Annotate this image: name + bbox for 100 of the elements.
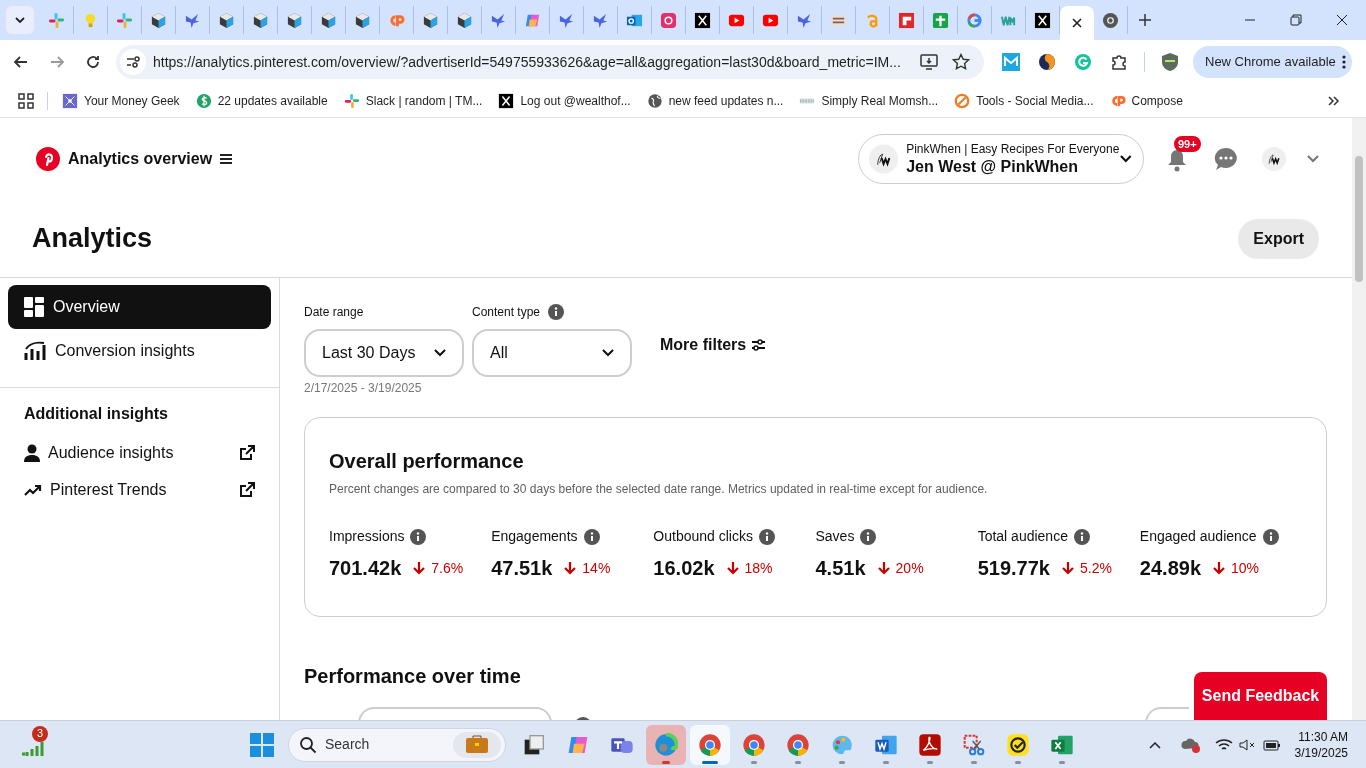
bookmark-link[interactable]: Tools - Social Media... xyxy=(954,91,1094,110)
search-icon xyxy=(299,735,317,754)
account-switcher[interactable]: PinkWhen | Easy Recipes For Everyone Jen West @ PinkWhen xyxy=(858,134,1144,184)
sidebar-item[interactable]: Conversion insights xyxy=(8,329,271,373)
cube-icon xyxy=(218,11,235,29)
sidebar-item[interactable]: Overview xyxy=(8,285,271,329)
dashboard-icon xyxy=(24,297,44,317)
x-logo-icon xyxy=(498,92,515,109)
camera-icon xyxy=(660,11,677,29)
check-badge-icon xyxy=(1006,732,1030,757)
info-icon[interactable] xyxy=(1262,528,1279,545)
bookmark-link[interactable]: Compose xyxy=(1109,91,1183,110)
search-bar[interactable]: Search xyxy=(288,727,506,762)
avatar-icon xyxy=(869,144,899,174)
chrome-icon xyxy=(742,732,766,757)
pinwheel-icon xyxy=(343,92,360,109)
windows-start-icon[interactable] xyxy=(250,732,274,757)
more-filters-button[interactable]: More filters xyxy=(660,333,766,357)
date-range-select[interactable]: Last 30 Days xyxy=(304,329,464,377)
card-note: Percent changes are compared to 30 days before the selected date range. Metrics updated in real-time except for audience. xyxy=(329,481,989,498)
bell-icon[interactable] xyxy=(1166,148,1188,172)
bookmark-link[interactable]: Slack | random | TM... xyxy=(343,91,483,110)
chat-icon[interactable] xyxy=(1214,147,1238,171)
bookmark-star-icon[interactable] xyxy=(952,53,970,71)
external-link-icon xyxy=(240,445,255,460)
address-bar[interactable]: https://analytics.pinterest.com/overview/?advertiserId=549755933626&age=all&aggregation=last30d&board_metric=IM... xyxy=(116,45,984,79)
arrow-down-icon xyxy=(1213,561,1225,575)
close-icon[interactable] xyxy=(1336,14,1348,26)
info-icon[interactable] xyxy=(548,304,565,320)
chevron-up-icon[interactable] xyxy=(1148,740,1161,749)
cube-icon xyxy=(354,11,371,29)
m-extension-icon[interactable] xyxy=(1002,53,1020,71)
export-button[interactable]: Export xyxy=(1238,218,1319,259)
menu-icon[interactable] xyxy=(220,153,233,165)
external-link-icon xyxy=(240,482,255,497)
sliders-icon xyxy=(752,339,766,351)
bird-icon xyxy=(490,11,507,29)
section-title: Performance over time xyxy=(304,664,522,689)
info-icon[interactable] xyxy=(860,528,877,545)
cross-icon xyxy=(932,11,949,29)
wifi-icon[interactable] xyxy=(1214,737,1233,752)
more-bookmarks-icon[interactable] xyxy=(1328,94,1340,107)
metric-name: Engaged audience xyxy=(1139,527,1257,546)
chevron-down-icon xyxy=(602,349,614,357)
chevron-down-icon[interactable] xyxy=(1306,154,1320,164)
scrollbar[interactable] xyxy=(1352,118,1366,720)
site-settings-icon[interactable] xyxy=(120,49,146,75)
bookmark-link[interactable]: Your Money Geek xyxy=(62,91,180,110)
install-app-icon[interactable] xyxy=(920,53,938,71)
send-feedback-button[interactable]: Send Feedback xyxy=(1194,672,1327,720)
bar-chart-icon xyxy=(24,341,46,361)
bookmark-link[interactable]: Simply Real Momsh... xyxy=(799,91,939,110)
reload-icon[interactable] xyxy=(84,53,102,71)
x-logo-icon xyxy=(1034,11,1051,29)
battery-icon[interactable] xyxy=(1262,737,1281,752)
bookmark-link[interactable]: Log out @wealthof... xyxy=(498,91,631,110)
bookmark-link[interactable]: 22 updates available xyxy=(195,91,328,110)
puzzle-icon[interactable] xyxy=(1110,53,1128,71)
cube-icon xyxy=(252,11,269,29)
percent-change: 7.6% xyxy=(431,558,464,578)
globe-icon xyxy=(646,92,663,109)
info-icon[interactable] xyxy=(410,528,427,545)
cube-icon xyxy=(286,11,303,29)
metric-value: 519.77k xyxy=(977,556,1050,581)
clock-time[interactable]: 11:30 AM xyxy=(1298,728,1348,745)
bookmark-link[interactable]: new feed updates n... xyxy=(646,91,784,110)
clock-date[interactable]: 3/19/2025 xyxy=(1294,744,1348,761)
s-extension-icon[interactable] xyxy=(1038,53,1056,71)
bird-icon xyxy=(796,11,813,29)
chevron-down-icon xyxy=(14,14,26,26)
search-input[interactable]: Search xyxy=(325,734,425,755)
business-name: PinkWhen | Easy Recipes For Everyone xyxy=(906,141,1120,157)
notification-badge: 3 xyxy=(32,725,48,742)
close-tab-icon[interactable] xyxy=(1072,18,1082,28)
restore-icon[interactable] xyxy=(1290,14,1302,26)
info-icon[interactable] xyxy=(1073,528,1090,545)
chrome-icon xyxy=(698,732,722,757)
update-button[interactable]: New Chrome available xyxy=(1193,46,1352,78)
trend-up-icon xyxy=(24,482,42,497)
info-icon[interactable] xyxy=(583,528,600,545)
percent-change: 18% xyxy=(744,558,773,578)
dollar-icon xyxy=(195,92,212,109)
metric-name: Impressions xyxy=(329,527,405,546)
metric-value: 701.42k xyxy=(329,556,402,581)
sidebar-link[interactable]: Pinterest Trends xyxy=(8,471,271,508)
new-tab-icon[interactable] xyxy=(1138,13,1152,27)
arrow-down-icon xyxy=(877,561,890,575)
muted-speaker-icon[interactable] xyxy=(1238,737,1257,752)
tab-search-button[interactable] xyxy=(6,6,34,34)
content-type-select[interactable]: All xyxy=(472,329,632,377)
pinwheel-icon xyxy=(116,11,133,29)
profile-avatar-icon[interactable] xyxy=(1262,147,1286,171)
sidebar-link[interactable]: Audience insights xyxy=(8,434,271,471)
metric-value: 4.51k xyxy=(815,556,866,581)
info-icon[interactable] xyxy=(758,528,775,545)
apps-grid-icon[interactable] xyxy=(18,92,34,109)
scissors-icon xyxy=(962,732,986,757)
pinterest-logo-icon[interactable] xyxy=(36,147,60,171)
shield-icon[interactable] xyxy=(1161,52,1179,72)
more-vertical-icon xyxy=(1341,55,1346,69)
